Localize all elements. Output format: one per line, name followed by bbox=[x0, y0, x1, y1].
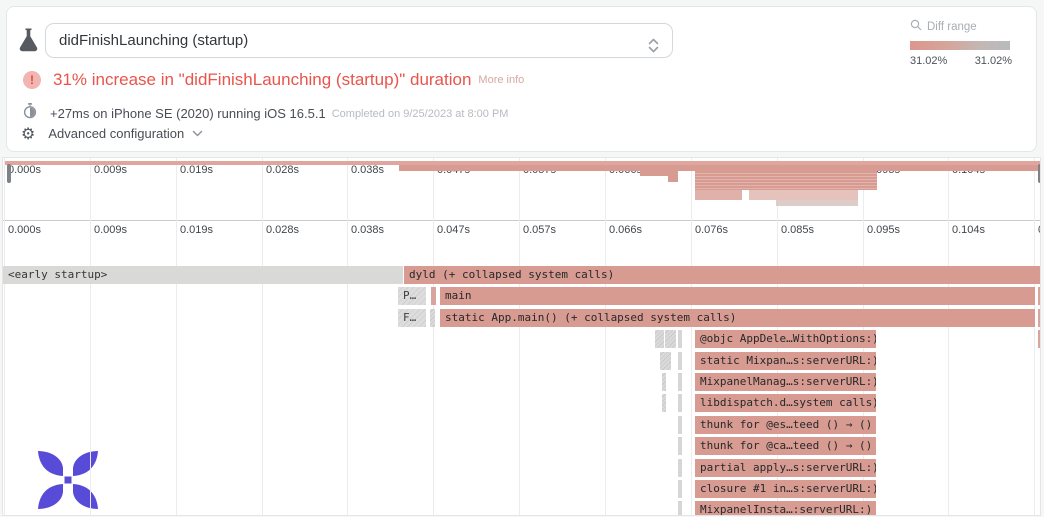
metric-select[interactable]: didFinishLaunching (startup) bbox=[45, 23, 673, 58]
axis-tick-label: 0.038s bbox=[351, 224, 384, 236]
flame-bar[interactable]: static App.main() (+ collapsed system ca… bbox=[440, 309, 1035, 327]
flame-bar bbox=[1038, 330, 1041, 348]
diff-range-label: Diff range bbox=[927, 21, 977, 33]
axis-tick-label: 0.095s bbox=[867, 224, 900, 236]
minimap-separator bbox=[3, 220, 1040, 221]
axis-tick-label: 0.047s bbox=[437, 224, 470, 236]
flask-icon bbox=[17, 27, 40, 59]
alert-title: 31% increase in "didFinishLaunching (sta… bbox=[53, 70, 471, 90]
flame-bar[interactable]: P… bbox=[398, 287, 426, 305]
flame-bar[interactable]: partial apply…s:serverURL:) bbox=[695, 459, 876, 477]
flame-bar[interactable]: static Mixpan…s:serverURL:) bbox=[695, 352, 876, 370]
minimap-tick-label: 0.019s bbox=[180, 164, 213, 176]
flame-bar[interactable]: MixpanelInsta…:serverURL:) bbox=[695, 501, 876, 516]
flame-bar bbox=[678, 501, 682, 516]
flame-bar bbox=[678, 352, 682, 370]
axis-tick-label: 0.085s bbox=[781, 224, 814, 236]
flame-bar bbox=[430, 309, 435, 327]
axis-tick-label: 0.019s bbox=[180, 224, 213, 236]
time-gridline bbox=[519, 158, 520, 516]
minimap-tick-label: 0.000s bbox=[8, 164, 41, 176]
zoom-search-icon bbox=[910, 19, 922, 34]
flame-bar[interactable]: libdispatch.d…system calls) bbox=[695, 394, 876, 412]
select-updown-icon bbox=[647, 33, 660, 66]
flame-bar bbox=[678, 437, 682, 455]
flame-bar[interactable]: main bbox=[440, 287, 1035, 305]
startup-analysis-card: didFinishLaunching (startup) ! 31% incre… bbox=[6, 6, 1037, 152]
minimap-tick-label: 0.038s bbox=[351, 164, 384, 176]
time-gridline bbox=[262, 158, 263, 516]
axis-tick-label: 0.076s bbox=[695, 224, 728, 236]
diff-range-max: 31.02% bbox=[975, 55, 1012, 67]
time-gridline bbox=[347, 158, 348, 516]
flame-bar[interactable]: thunk for @es…teed () → () bbox=[695, 416, 876, 434]
advanced-configuration-label: Advanced configuration bbox=[48, 126, 184, 141]
flame-bar bbox=[662, 373, 666, 391]
time-gridline bbox=[1034, 158, 1035, 516]
axis-tick-label: 0.057s bbox=[523, 224, 556, 236]
time-gridline bbox=[948, 158, 949, 516]
flame-bar bbox=[665, 330, 676, 348]
flame-bar bbox=[655, 330, 664, 348]
stopwatch-icon bbox=[23, 103, 37, 124]
flame-bar[interactable]: closure #1 in…s:serverURL:) bbox=[695, 480, 876, 498]
minimap-range-handle[interactable] bbox=[1038, 164, 1041, 183]
minimap-segment bbox=[749, 190, 858, 200]
flame-bar[interactable]: F… bbox=[398, 309, 426, 327]
flame-bar bbox=[678, 416, 682, 434]
flame-bar[interactable]: <early startup> bbox=[3, 266, 403, 284]
flame-bar bbox=[660, 352, 671, 370]
emerge-logo bbox=[34, 449, 102, 516]
time-gridline bbox=[433, 158, 434, 516]
flame-bar bbox=[678, 459, 682, 477]
flame-bar[interactable]: @objc AppDele…WithOptions:) bbox=[695, 330, 876, 348]
axis-tick-label: 0. bbox=[1038, 224, 1041, 236]
time-gridline bbox=[90, 158, 91, 516]
metric-select-value: didFinishLaunching (startup) bbox=[59, 32, 248, 49]
flame-bar bbox=[1038, 287, 1041, 305]
axis-tick-label: 0.009s bbox=[94, 224, 127, 236]
advanced-configuration-toggle[interactable]: ⚙ Advanced configuration bbox=[21, 124, 203, 142]
run-details: +27ms on iPhone SE (2020) running iOS 16… bbox=[23, 103, 508, 124]
time-gridline bbox=[605, 158, 606, 516]
flame-bar bbox=[431, 287, 436, 305]
flame-bar[interactable]: thunk for @ca…teed () → () bbox=[695, 437, 876, 455]
diff-range-min: 31.02% bbox=[910, 55, 947, 67]
flame-bar[interactable]: MixpanelManag…s:serverURL:) bbox=[695, 373, 876, 391]
axis-tick-label: 0.104s bbox=[952, 224, 985, 236]
alert-icon: ! bbox=[23, 71, 41, 89]
flame-bar bbox=[1038, 309, 1041, 327]
run-completed-timestamp: Completed on 9/25/2023 at 8:00 PM bbox=[332, 108, 509, 120]
minimap-tick-label: 0.028s bbox=[266, 164, 299, 176]
axis-tick-label: 0.028s bbox=[266, 224, 299, 236]
regression-alert: ! 31% increase in "didFinishLaunching (s… bbox=[23, 69, 524, 91]
time-gridline bbox=[4, 158, 5, 516]
more-info-link[interactable]: More info bbox=[478, 74, 524, 86]
flame-bar bbox=[678, 480, 682, 498]
flame-bar bbox=[662, 394, 666, 412]
flame-chart[interactable]: 0.000s 0.000s 0.009s 0.009s 0.019s 0.019s 0.02… bbox=[2, 157, 1041, 516]
minimap-tick-label: 0.009s bbox=[94, 164, 127, 176]
axis-tick-label: 0.000s bbox=[8, 224, 41, 236]
run-summary: +27ms on iPhone SE (2020) running iOS 16… bbox=[50, 106, 326, 121]
diff-range-gradient-bar[interactable] bbox=[910, 41, 1010, 50]
minimap-segment bbox=[776, 200, 858, 206]
flame-bar bbox=[678, 394, 682, 412]
minimap-segment bbox=[668, 176, 678, 182]
time-gridline bbox=[691, 158, 692, 516]
diff-range-panel: Diff range 31.02% 31.02% bbox=[910, 19, 1012, 67]
flame-bar[interactable]: dyld (+ collapsed system calls) bbox=[404, 266, 1041, 284]
flame-bar bbox=[678, 330, 682, 348]
time-gridline bbox=[176, 158, 177, 516]
flame-bar bbox=[678, 373, 682, 391]
chevron-down-icon bbox=[192, 124, 203, 142]
axis-tick-label: 0.066s bbox=[609, 224, 642, 236]
gear-icon: ⚙ bbox=[21, 125, 35, 142]
minimap-range-handle[interactable] bbox=[7, 164, 11, 183]
minimap-segment bbox=[695, 171, 877, 190]
minimap-segment bbox=[695, 190, 742, 200]
